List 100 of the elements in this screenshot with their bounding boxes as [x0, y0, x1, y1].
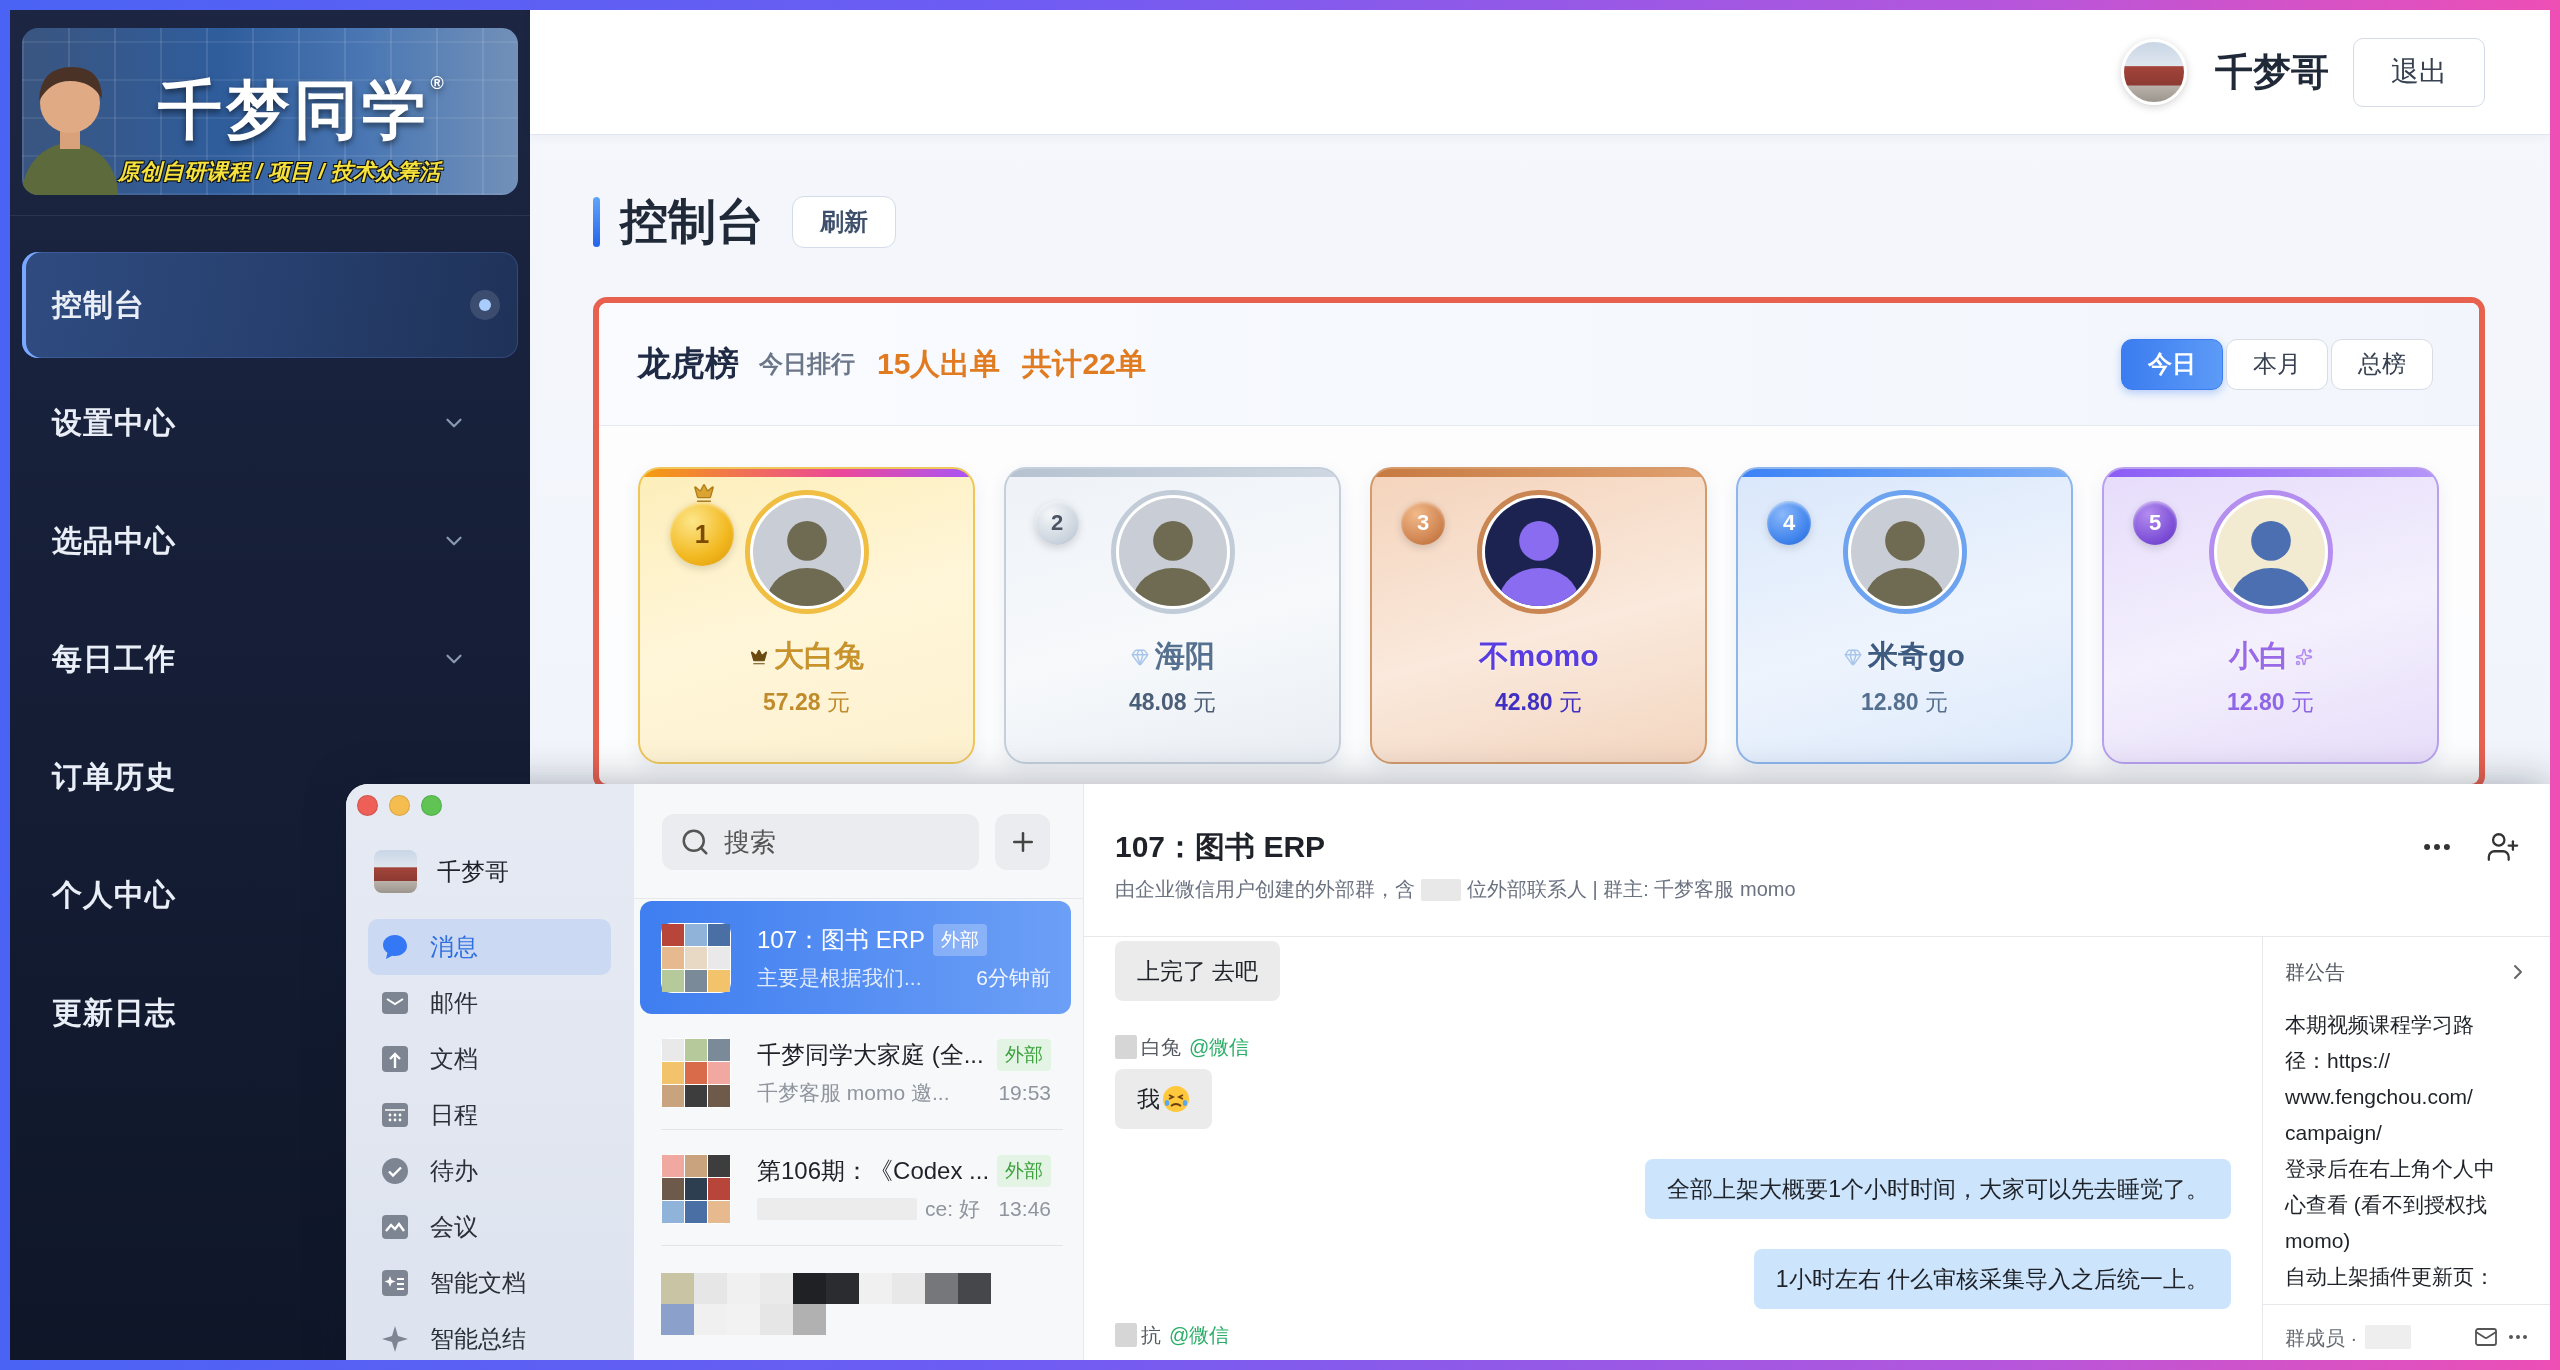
player-name: 大白兔	[773, 638, 864, 674]
rank-badge: 5	[2133, 501, 2177, 545]
period-tab[interactable]: 总榜	[2331, 338, 2433, 390]
conversation-title: 第106期：《Codex ...	[757, 1155, 990, 1186]
sender-source: @微信	[1169, 1323, 1230, 1347]
sparkle-icon	[2294, 647, 2313, 666]
external-tag: 外部	[997, 1038, 1051, 1071]
sidebar-item[interactable]: 每日工作	[22, 606, 518, 712]
message-time: 13:46	[998, 1196, 1051, 1221]
user-name: 千梦哥	[437, 856, 509, 887]
page-title: 控制台	[620, 194, 764, 250]
rank-badge: 2	[1035, 501, 1079, 545]
external-tag: 外部	[933, 923, 988, 956]
avatar-silhouette-icon	[1476, 490, 1601, 614]
arrow-up-tile-icon	[382, 1046, 408, 1072]
leaderboard-subtitle: 今日排行	[759, 349, 855, 379]
logout-button[interactable]: 退出	[2353, 37, 2485, 107]
message-time: 6分钟前	[976, 964, 1051, 991]
active-dot-icon	[470, 290, 500, 320]
message-text: 我	[1137, 1085, 1160, 1114]
chat-nav-item[interactable]: 待办	[368, 1143, 611, 1199]
add-user-icon[interactable]	[2486, 830, 2520, 864]
search-field[interactable]: 搜索	[662, 814, 979, 870]
search-icon	[680, 827, 710, 857]
group-avatar-icon	[661, 922, 731, 993]
conversation-item[interactable]: 千梦同学大家庭 (全... 外部 千梦客服 momo 邀... 19:53	[640, 1016, 1071, 1129]
amount-text: 42.80 元	[1495, 688, 1582, 717]
members-label: 群成员 ·	[2285, 1326, 2358, 1351]
amount-text: 48.08 元	[1129, 688, 1216, 717]
message-text: 全部上架大概要1个小时时间，大家可以先去睡觉了。	[1667, 1175, 2209, 1204]
amount-text: 12.80 元	[2227, 688, 2314, 717]
redaction-block	[1115, 1323, 1137, 1347]
message-time: 19:53	[998, 1080, 1051, 1105]
avatar-silhouette-icon	[2208, 490, 2333, 614]
message-text: 1小时左右 什么审核采集导入之后统一上。	[1775, 1265, 2209, 1294]
rank-badge: 3	[1401, 501, 1445, 545]
sender-name: 白兔	[1141, 1035, 1181, 1059]
check-circle-icon	[382, 1158, 408, 1184]
chat-nav-item[interactable]: 智能总结	[368, 1311, 611, 1360]
amount-text: 57.28 元	[763, 688, 850, 717]
logo-title: 千梦同学$^{®}$	[158, 74, 448, 145]
sparkle-icon	[382, 1326, 408, 1352]
message-preview: ce: 好	[925, 1195, 980, 1222]
crown-icon	[693, 482, 715, 504]
rank-badge: 4	[1767, 501, 1811, 545]
zigzag-tile-icon	[382, 1214, 408, 1240]
avatar-silhouette-icon	[1842, 490, 1967, 614]
chat-nav-item[interactable]: 智能文档	[368, 1255, 611, 1311]
player-name: 不momo	[1478, 638, 1599, 674]
chat-subtitle: 由企业微信用户创建的外部群，含	[1115, 877, 1415, 902]
avatar-silhouette-icon	[744, 490, 869, 614]
user-name: 千梦哥	[2215, 49, 2329, 95]
chat-nav-item[interactable]: 日程	[368, 1087, 611, 1143]
notice-text: 本期视频课程学习路径：https://www.fengchou.com/campaign/	[2285, 1012, 2475, 1146]
add-button[interactable]	[995, 814, 1050, 870]
sidebar-item[interactable]: 更新日志	[22, 960, 206, 1066]
sidebar-item[interactable]: 订单历史	[22, 724, 206, 830]
conversation-title: 千梦同学大家庭 (全...	[757, 1039, 984, 1070]
chat-title: 107：图书 ERP	[1115, 829, 1326, 865]
message-preview: 千梦客服 momo 邀...	[757, 1079, 950, 1106]
chat-nav-item[interactable]: 邮件	[368, 975, 611, 1031]
sidebar-item[interactable]: 个人中心	[22, 842, 206, 948]
amount-text: 12.80 元	[1861, 688, 1948, 717]
chat-subtitle: 位外部联系人 | 群主: 千梦客服 momo	[1467, 877, 1796, 902]
message-text: 上完了 去吧	[1137, 957, 1259, 986]
avatar-silhouette-icon	[1110, 490, 1235, 614]
title-accent-bar	[593, 197, 600, 247]
player-name: 小白	[2228, 638, 2289, 674]
group-avatar-icon	[661, 1037, 731, 1108]
conversation-title: 107：图书 ERP	[757, 924, 926, 955]
calendar-icon	[382, 1102, 408, 1128]
external-tag: 外部	[997, 1154, 1052, 1187]
leaderboard-title: 龙虎榜	[637, 343, 739, 384]
sparkle-list-icon	[382, 1270, 408, 1296]
crown-icon	[749, 647, 768, 666]
avatar-photo	[2121, 39, 2187, 105]
redaction-block	[1115, 1035, 1137, 1059]
sidebar-item[interactable]: 选品中心	[22, 488, 518, 594]
stat-text: 共计22单	[1022, 345, 1146, 382]
message-preview: 主要是根据我们...	[757, 964, 922, 991]
mail-icon[interactable]	[2474, 1325, 2498, 1349]
refresh-button[interactable]: 刷新	[792, 196, 896, 248]
conversation-item[interactable]: 第106期：《Codex ... 外部 ce: 好 13:46	[640, 1132, 1071, 1245]
notice-text: 自动上架插件更新页：	[2285, 1264, 2496, 1290]
sidebar-item[interactable]: 设置中心	[22, 370, 518, 476]
chat-nav-item[interactable]: 文档	[368, 1031, 611, 1087]
sender-source: @微信	[1189, 1035, 1250, 1059]
player-name: 米奇go	[1868, 638, 1965, 674]
notice-text: 登录后在右上角个人中心查看 (看不到授权找 momo)	[2285, 1156, 2496, 1254]
period-tab[interactable]: 本月	[2226, 338, 2328, 390]
rank-badge: 1	[670, 502, 734, 566]
chat-nav-item[interactable]: 会议	[368, 1199, 611, 1255]
group-avatar-icon	[661, 1153, 731, 1224]
avatar-photo	[374, 850, 417, 893]
diamond-icon	[1130, 647, 1149, 666]
stat-text: 15人出单	[877, 345, 1001, 382]
player-name: 海阳	[1154, 638, 1215, 674]
sidebar-item[interactable]: 控制台	[22, 252, 518, 358]
mail-icon	[382, 990, 408, 1016]
window-close-icon[interactable]	[357, 795, 378, 816]
